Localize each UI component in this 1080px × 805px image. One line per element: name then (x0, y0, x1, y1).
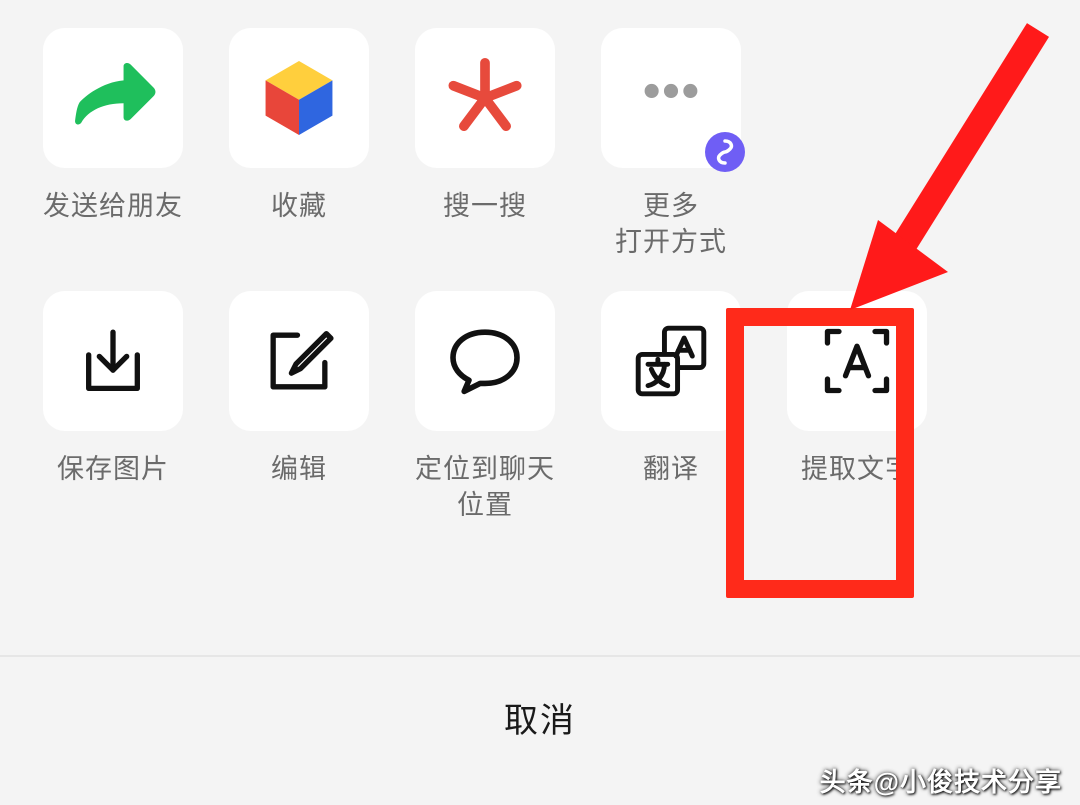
action-label: 收藏 (271, 188, 327, 224)
search-icon (415, 28, 555, 168)
action-label: 发送给朋友 (43, 188, 183, 224)
send-to-friend-icon (43, 28, 183, 168)
cell-locate-in-chat[interactable]: 定位到聊天 位置 (392, 291, 578, 524)
action-row-1: 发送给朋友 收藏 (0, 28, 1080, 261)
favorite-icon (229, 28, 369, 168)
cell-send-to-friend[interactable]: 发送给朋友 (20, 28, 206, 261)
more-icon (601, 28, 741, 168)
save-image-icon (43, 291, 183, 431)
action-grid: 发送给朋友 收藏 (0, 28, 1080, 655)
cell-translate[interactable]: 翻译 (578, 291, 764, 524)
action-label: 搜一搜 (443, 188, 527, 224)
miniprogram-badge-icon (703, 130, 747, 174)
edit-icon (229, 291, 369, 431)
action-label: 定位到聊天 位置 (415, 451, 555, 524)
cell-save-image[interactable]: 保存图片 (20, 291, 206, 524)
cell-extract-text[interactable]: 提取文字 (764, 291, 950, 524)
cell-favorite[interactable]: 收藏 (206, 28, 392, 261)
action-label: 编辑 (271, 451, 327, 487)
watermark-text: 头条@小俊技术分享 (820, 762, 1062, 799)
translate-icon (601, 291, 741, 431)
chat-bubble-icon (415, 291, 555, 431)
action-label: 提取文字 (801, 451, 913, 487)
action-label: 保存图片 (57, 451, 169, 487)
action-sheet: 发送给朋友 收藏 (0, 0, 1080, 805)
extract-text-icon (787, 291, 927, 431)
action-label: 更多 打开方式 (615, 188, 727, 261)
cell-edit[interactable]: 编辑 (206, 291, 392, 524)
action-row-2: 保存图片 编辑 定位到聊天 位置 (0, 291, 1080, 524)
cancel-label: 取消 (504, 693, 576, 742)
cell-search[interactable]: 搜一搜 (392, 28, 578, 261)
cell-more-open-methods[interactable]: 更多 打开方式 (578, 28, 764, 261)
action-label: 翻译 (643, 451, 699, 487)
